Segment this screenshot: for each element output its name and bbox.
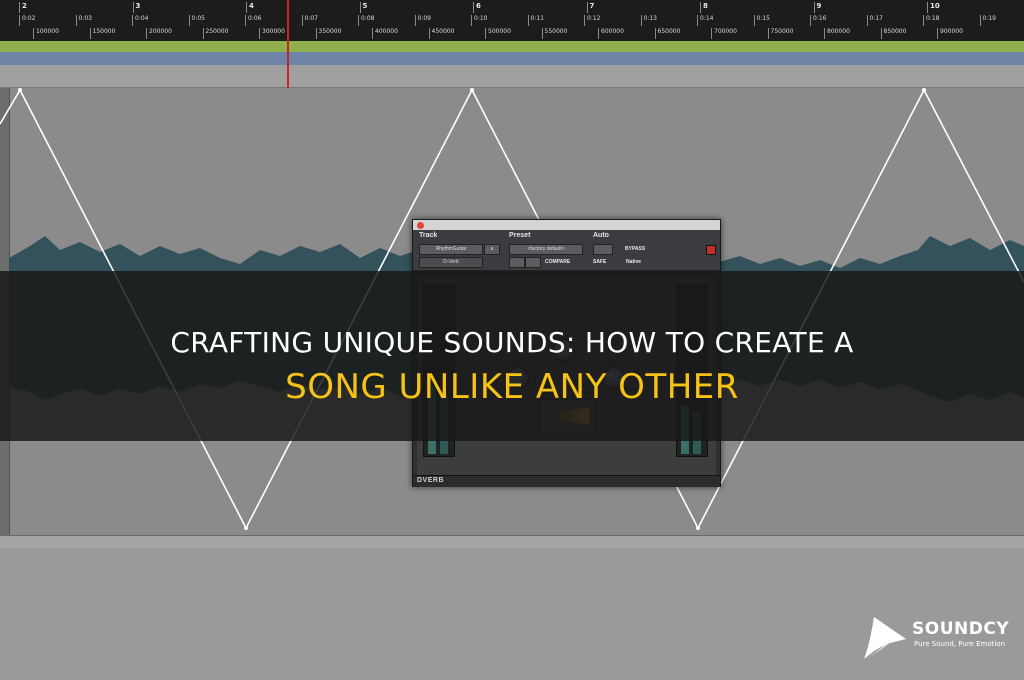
auto-button[interactable] [593,244,613,255]
plugin-brand: DVERB [417,477,445,484]
compare-button[interactable]: COMPARE [545,259,570,265]
soundcy-logo-icon [864,617,906,659]
plugin-header: Track Preset Auto RhythmGuitar a <factor… [413,230,720,271]
insert-selector[interactable]: D-Verb [419,257,483,268]
plugin-titlebar[interactable] [413,220,720,230]
screenshot-stage: 2 3 4 5 6 7 8 9 10 0:02 0:03 0:04 0:05 0:06 0:07 0:08 0… [0,0,1024,680]
preset-selector[interactable]: <factory default> [509,244,583,255]
safe-button[interactable]: SAFE [593,259,606,265]
track-suffix-selector[interactable]: a [484,244,500,255]
logo-tagline: Pure Sound, Pure Emotion [914,640,1006,648]
headline-line-1: CRAFTING UNIQUE SOUNDS: HOW TO CREATE A [170,326,854,359]
bypass-label: BYPASS [625,246,646,252]
prev-preset-button[interactable] [509,257,525,268]
auto-label: Auto [593,232,609,239]
headline-line-2: SONG UNLIKE ANY OTHER [285,367,739,407]
bypass-indicator[interactable] [706,245,716,255]
next-preset-button[interactable] [525,257,541,268]
native-label: Native [626,259,642,265]
plugin-footer: DVERB [413,475,720,487]
track-selector[interactable]: RhythmGuitar [419,244,483,255]
close-icon[interactable] [417,222,424,229]
track-label: Track [419,232,438,239]
logo-name: SOUNDCY [912,619,1010,639]
preset-label: Preset [509,232,531,239]
